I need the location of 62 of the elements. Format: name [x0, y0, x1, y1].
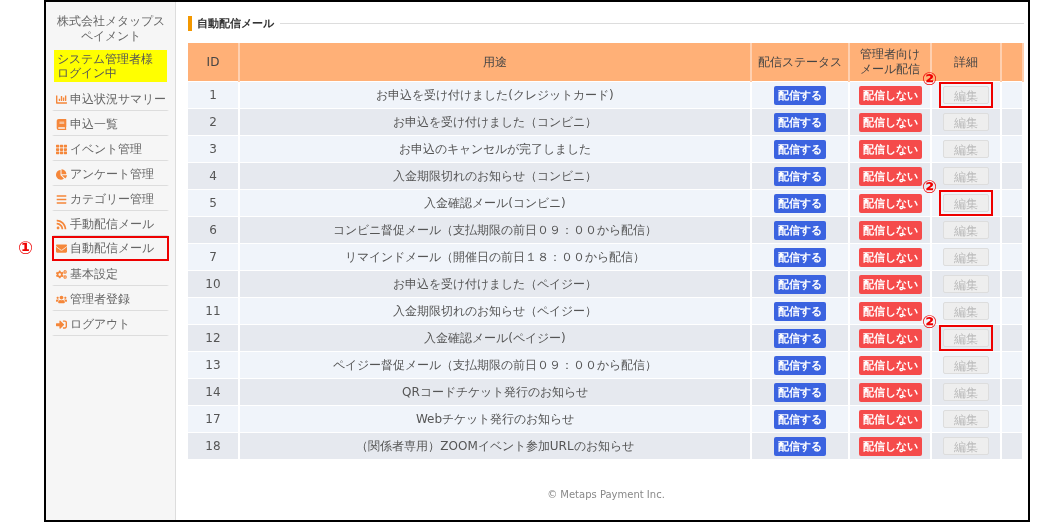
send-status-button[interactable]: 配信する — [774, 220, 826, 240]
bar-chart-icon — [56, 93, 67, 105]
send-status-button[interactable]: 配信する — [774, 301, 826, 321]
sidebar-item[interactable]: 管理者登録 — [52, 286, 169, 311]
callout-number: ② — [922, 178, 938, 196]
admin-mail-button[interactable]: 配信しない — [858, 382, 922, 402]
table-cell: （関係者専用）ZOOMイベント参加URLのお知らせ — [239, 432, 751, 459]
sidebar-item[interactable]: アンケート管理 — [52, 161, 169, 186]
send-status-button[interactable]: 配信する — [774, 139, 826, 159]
admin-mail-button[interactable]: 配信しない — [858, 166, 922, 186]
sidebar-item[interactable]: 自動配信メール — [52, 236, 169, 261]
send-status-button[interactable]: 配信する — [774, 382, 826, 402]
column-header: 配信ステータス — [751, 43, 849, 82]
page-title: 自動配信メール — [188, 16, 274, 31]
admin-mail-button[interactable]: 配信しない — [858, 301, 922, 321]
login-status-text: システム管理者様 — [57, 52, 154, 66]
send-status-button[interactable]: 配信する — [774, 112, 826, 132]
sidebar-item[interactable]: 申込状況サマリー — [52, 86, 169, 111]
send-status-button[interactable]: 配信する — [774, 409, 826, 429]
admin-mail-button[interactable]: 配信しない — [858, 193, 922, 213]
sidebar-item[interactable]: イベント管理 — [52, 136, 169, 161]
gears-icon — [56, 268, 67, 280]
send-status-button[interactable]: 配信する — [774, 436, 826, 456]
admin-mail-button[interactable]: 配信しない — [858, 220, 922, 240]
send-status-button[interactable]: 配信する — [774, 274, 826, 294]
send-status-button[interactable]: 配信する — [774, 355, 826, 375]
admin-mail-button[interactable]: 配信しない — [858, 355, 922, 375]
copyright-text: © Metaps Payment Inc. — [546, 489, 666, 500]
send-status-button[interactable]: 配信する — [774, 85, 826, 105]
login-status-text: ログイン中 — [57, 66, 118, 80]
table-cell: 18 — [188, 432, 239, 459]
send-status-button[interactable]: 配信する — [774, 166, 826, 186]
list-icon — [56, 193, 67, 205]
grid-icon — [56, 143, 67, 155]
sidebar-item[interactable]: 申込一覧 — [52, 111, 169, 136]
admin-mail-button[interactable]: 配信しない — [858, 409, 922, 429]
admin-mail-button[interactable]: 配信しない — [858, 139, 922, 159]
column-header — [1001, 43, 1023, 82]
admin-mail-button[interactable]: 配信しない — [858, 112, 922, 132]
admin-mail-button[interactable]: 配信しない — [858, 274, 922, 294]
sidebar-item[interactable]: 手動配信メール — [52, 211, 169, 236]
admin-mail-button[interactable]: 配信しない — [858, 328, 922, 348]
login-icon — [56, 318, 67, 330]
send-status-button[interactable]: 配信する — [774, 328, 826, 348]
send-status-button[interactable]: 配信する — [774, 247, 826, 267]
sidebar-item[interactable]: ログアウト — [52, 311, 169, 336]
book-icon — [56, 118, 67, 130]
callout-number: ① — [18, 239, 34, 257]
users-icon — [56, 293, 67, 305]
admin-mail-button[interactable]: 配信しない — [858, 436, 922, 456]
admin-mail-button[interactable]: 配信しない — [858, 247, 922, 267]
column-header: ID — [188, 43, 239, 82]
sidebar-item[interactable]: 基本設定 — [52, 261, 169, 286]
envelope-icon — [56, 243, 67, 254]
column-header: 用途 — [239, 43, 751, 82]
company-name: 株式会社メタップスペイメント — [55, 14, 166, 44]
callout-number: ② — [922, 313, 938, 331]
send-status-button[interactable]: 配信する — [774, 193, 826, 213]
pie-chart-icon — [56, 168, 67, 180]
sidebar-item[interactable]: カテゴリー管理 — [52, 186, 169, 211]
admin-mail-button[interactable]: 配信しない — [858, 85, 922, 105]
rss-icon — [56, 218, 67, 230]
